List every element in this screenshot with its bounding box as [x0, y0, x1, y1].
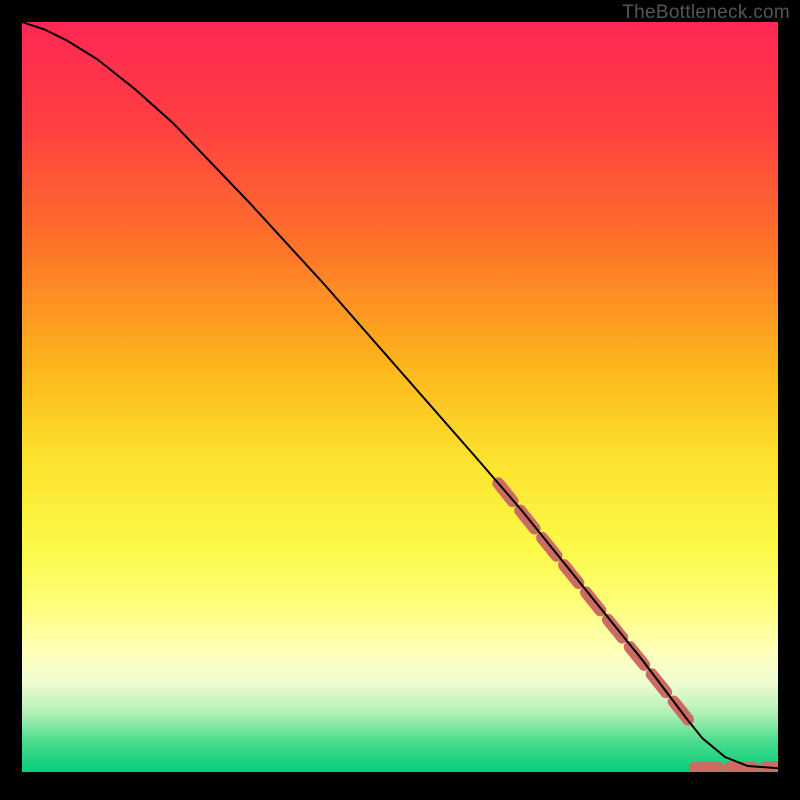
watermark-text: TheBottleneck.com: [622, 2, 790, 24]
background-rect: [22, 22, 778, 772]
plot-svg: [22, 22, 778, 772]
chart-root: TheBottleneck.com: [0, 0, 800, 800]
plot-area: [22, 22, 778, 772]
